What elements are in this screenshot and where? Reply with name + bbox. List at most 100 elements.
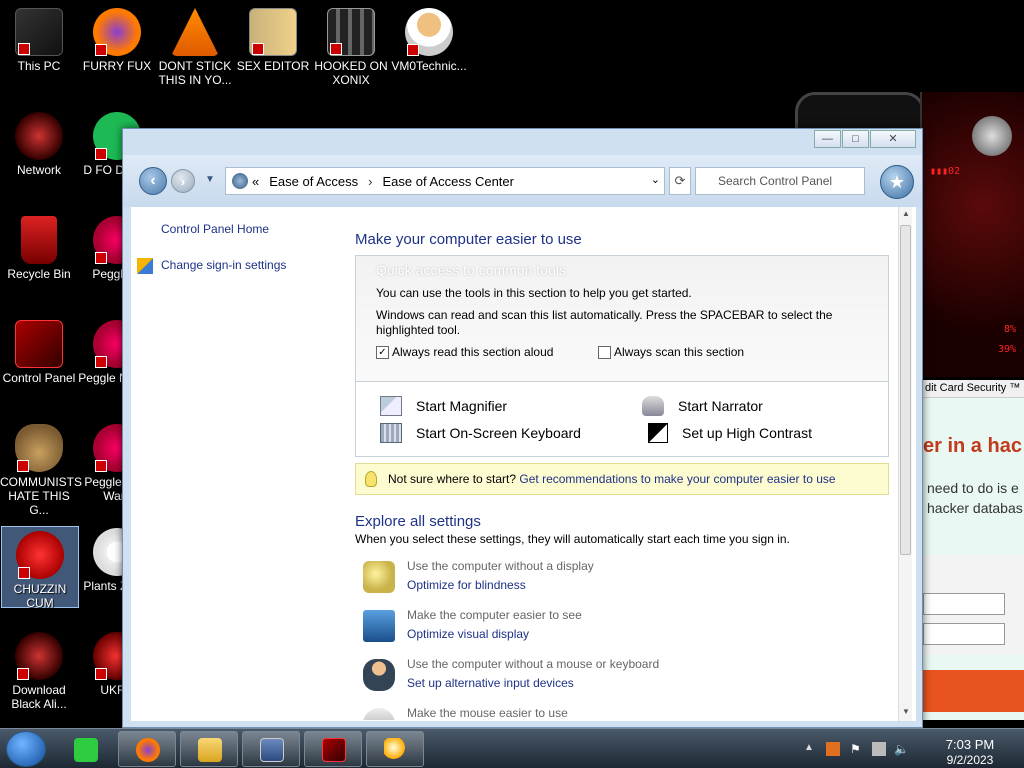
control-panel-icon — [15, 320, 63, 368]
navigation-bar: ‹ › ▼ « Ease of Access › Ease of Access … — [123, 155, 922, 207]
setting-description: Use the computer without a mouse or keyb… — [407, 657, 660, 671]
help-icon[interactable]: ★ — [880, 165, 914, 199]
start-button[interactable] — [6, 731, 46, 767]
desktop-icon-chuzzin[interactable]: CHUZZIN CUM — [1, 526, 79, 610]
start-magnifier-button[interactable]: Start Magnifier — [380, 396, 507, 416]
desktop-icon-this-pc[interactable]: This PC — [0, 8, 78, 73]
scrollbar-thumb[interactable] — [900, 225, 911, 555]
chevron-down-icon[interactable]: ⌄ — [651, 173, 660, 186]
money-bag-icon — [15, 424, 63, 472]
volume-icon[interactable]: 🔈 — [894, 742, 909, 756]
search-input[interactable]: Search Control Panel — [695, 167, 865, 195]
desktop-icon-download-black-ali[interactable]: Download Black Ali... — [0, 632, 78, 711]
network-icon[interactable] — [872, 742, 886, 756]
background-window-title: dit Card Security ™ — [921, 380, 1024, 398]
taskbar-app-firefox[interactable] — [118, 731, 176, 767]
window-titlebar[interactable]: — □ ✕ — [123, 129, 922, 155]
change-sign-in-settings-link[interactable]: Change sign-in settings — [161, 258, 286, 272]
recent-pages-dropdown[interactable]: ▼ — [205, 174, 215, 185]
always-scan-label[interactable]: Always scan this section — [614, 345, 744, 359]
optimize-visual-display-link[interactable]: Optimize visual display — [407, 627, 529, 641]
firefox-icon — [93, 8, 141, 56]
wallpaper-text: 8% — [1003, 324, 1016, 335]
show-hidden-icons-icon[interactable]: ▲ — [804, 742, 818, 756]
chuzzle-icon — [16, 531, 64, 579]
desktop-icon-control-panel[interactable]: Control Panel — [0, 320, 78, 385]
set-up-high-contrast-button[interactable]: Set up High Contrast — [648, 423, 812, 443]
background-submit-button[interactable] — [921, 670, 1024, 712]
taskbar-app-window[interactable] — [242, 731, 300, 767]
background-input[interactable] — [923, 593, 1005, 615]
control-panel-icon — [322, 738, 346, 762]
control-panel-icon — [232, 173, 248, 189]
breadcrumb-ease-of-access[interactable]: Ease of Access — [269, 174, 358, 189]
desktop-icon-vm0technic[interactable]: VM0Technic... — [390, 8, 468, 73]
system-tray: ▲ ⚑ 🔈 7:03 PM 9/2/2023 — [798, 733, 1018, 767]
app-tray-icon[interactable] — [826, 742, 840, 756]
desktop-icon-label: SEX EDITOR — [236, 59, 310, 73]
desktop-icon-hooked-on-xonix[interactable]: HOOKED ON XONIX — [312, 8, 390, 87]
address-bar[interactable]: « Ease of Access › Ease of Access Center… — [225, 167, 665, 195]
quick-access-header: Quick access to common tools You can use… — [356, 256, 888, 382]
desktop-icon-label: HOOKED ON XONIX — [314, 59, 388, 87]
scroll-down-arrow[interactable]: ▼ — [900, 707, 912, 719]
flag-icon[interactable]: ⚑ — [850, 742, 864, 756]
control-panel-home-link[interactable]: Control Panel Home — [161, 222, 269, 236]
always-read-checkbox[interactable]: ✓ — [376, 346, 389, 359]
close-button[interactable]: ✕ — [870, 130, 916, 148]
folder-icon — [198, 738, 222, 762]
desktop-icon-communists[interactable]: COMMUNISTS HATE THIS G... — [0, 424, 82, 517]
taskbar-app-magnifier[interactable] — [366, 731, 424, 767]
desktop-icon-recycle-bin[interactable]: Recycle Bin — [0, 216, 78, 281]
setting-description: Make the mouse easier to use — [407, 706, 568, 720]
desktop-icon-network[interactable]: Network — [0, 112, 78, 177]
breadcrumb-separator[interactable]: › — [368, 174, 372, 189]
desktop-icon-furry-fux[interactable]: FURRY FUX — [78, 8, 156, 73]
background-browser-window[interactable]: dit Card Security ™ er in a hac need to … — [920, 380, 1024, 720]
get-recommendations-link[interactable]: Get recommendations to make your compute… — [519, 472, 835, 486]
always-read-label[interactable]: Always read this section aloud — [392, 345, 553, 359]
setting-item-easier-to-see[interactable]: Make the computer easier to see Optimize… — [355, 608, 889, 648]
desktop-icon-label: Network — [16, 163, 61, 177]
start-on-screen-keyboard-button[interactable]: Start On-Screen Keyboard — [380, 423, 581, 443]
setting-item-without-mouse[interactable]: Use the computer without a mouse or keyb… — [355, 657, 889, 697]
minimize-button[interactable]: — — [814, 130, 841, 148]
clock-date[interactable]: 9/2/2023 — [940, 753, 1000, 767]
alien-logo-icon — [972, 116, 1012, 156]
back-button[interactable]: ‹ — [139, 167, 167, 195]
breadcrumb-ease-of-access-center[interactable]: Ease of Access Center — [382, 174, 514, 189]
background-input[interactable] — [923, 623, 1005, 645]
desktop-icon-label: VM0Technic... — [391, 59, 467, 73]
optimize-for-blindness-link[interactable]: Optimize for blindness — [407, 578, 526, 592]
desktop-icon-label: This PC — [17, 59, 61, 73]
quick-access-text: Windows can read and scan this list auto… — [376, 308, 833, 322]
notes-app-icon — [74, 738, 98, 762]
scroll-up-arrow[interactable]: ▲ — [900, 209, 912, 221]
breadcrumb-prefix[interactable]: « — [252, 174, 259, 189]
taskbar-app-file-explorer[interactable] — [180, 731, 238, 767]
desktop-icon-label: Download Black Ali... — [11, 683, 67, 711]
alternative-input-devices-link[interactable]: Set up alternative input devices — [407, 676, 574, 690]
taskbar-app-notes[interactable] — [56, 731, 114, 767]
setting-item-without-display[interactable]: Use the computer without a display Optim… — [355, 559, 889, 599]
mouse-icon — [363, 708, 395, 720]
setting-item-mouse-easier[interactable]: Make the mouse easier to use — [355, 706, 889, 720]
hxd-icon — [249, 8, 297, 56]
keyboard-icon — [380, 423, 402, 443]
start-narrator-button[interactable]: Start Narrator — [642, 396, 763, 416]
desktop-icon-dont-stick[interactable]: DONT STICK THIS IN YO... — [156, 8, 234, 87]
clock-time[interactable]: 7:03 PM — [940, 737, 1000, 752]
high-contrast-icon — [648, 423, 668, 443]
always-scan-checkbox[interactable] — [598, 346, 611, 359]
refresh-button[interactable]: ⟳ — [669, 167, 691, 195]
background-frame — [795, 92, 925, 132]
desktop-icon-sex-editor[interactable]: SEX EDITOR — [234, 8, 312, 73]
forward-button[interactable]: › — [171, 169, 195, 193]
taskbar-app-control-panel[interactable] — [304, 731, 362, 767]
desktop-icon-label: Recycle Bin — [7, 267, 71, 281]
vertical-scrollbar[interactable]: ▲ ▼ — [898, 207, 912, 721]
main-pane: Make your computer easier to use Quick a… — [355, 207, 895, 721]
maximize-button[interactable]: □ — [842, 130, 869, 148]
app-window-icon — [260, 738, 284, 762]
set-up-high-contrast-label: Set up High Contrast — [682, 425, 812, 441]
